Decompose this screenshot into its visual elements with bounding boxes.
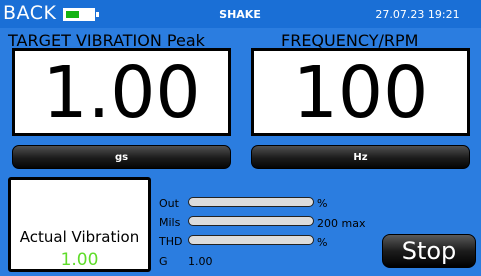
actual-vibration-label: Actual Vibration	[19, 228, 140, 246]
battery-icon	[63, 8, 95, 21]
thd-unit: %	[317, 236, 328, 249]
target-vibration-value-box[interactable]: 1.00	[12, 48, 231, 136]
page-title: SHAKE	[219, 8, 261, 21]
mils-bar	[188, 216, 314, 226]
out-label: Out	[159, 197, 179, 210]
stop-button[interactable]: Stop	[382, 234, 476, 268]
battery-tip	[96, 12, 99, 17]
out-unit: %	[317, 197, 328, 210]
frequency-value-box[interactable]: 100	[251, 48, 470, 136]
frequency-value: 100	[292, 50, 429, 134]
back-button[interactable]: BACK	[3, 2, 56, 24]
g-label: G	[159, 255, 168, 268]
frequency-unit-button[interactable]: Hz	[251, 145, 470, 169]
actual-vibration-panel: Actual Vibration 1.00	[8, 177, 151, 272]
mils-unit: 200 max	[317, 217, 366, 230]
datetime-display: 27.07.23 19:21	[375, 8, 460, 21]
actual-vibration-value: 1.00	[60, 250, 99, 270]
thd-label: THD	[159, 235, 183, 248]
thd-bar	[188, 235, 314, 245]
battery-level-fill	[66, 11, 79, 18]
out-bar	[188, 197, 314, 207]
target-unit-button[interactable]: gs	[12, 145, 231, 169]
target-vibration-value: 1.00	[42, 50, 201, 134]
mils-label: Mils	[159, 216, 181, 229]
g-value: 1.00	[188, 255, 213, 268]
